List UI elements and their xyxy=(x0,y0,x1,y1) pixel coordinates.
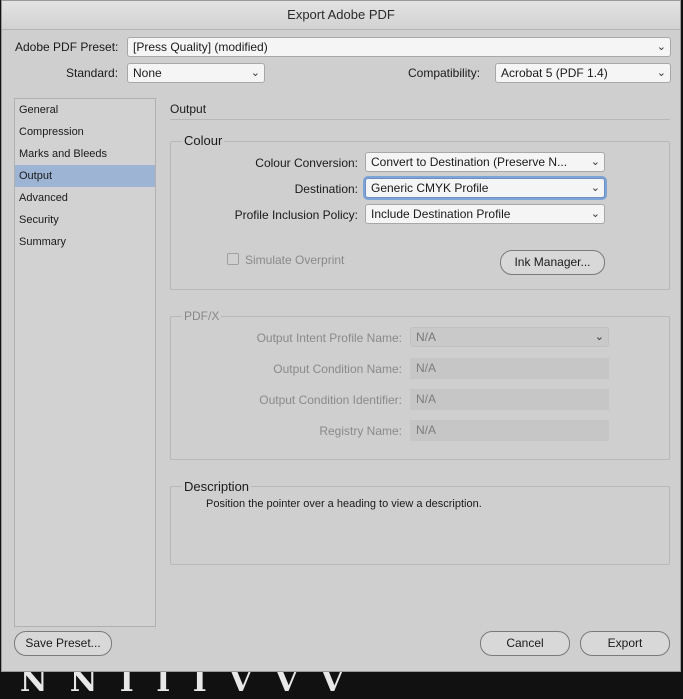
preset-label: Adobe PDF Preset: xyxy=(15,40,119,54)
chevron-down-icon: ⌄ xyxy=(250,67,260,79)
registry-name-field[interactable]: N/A xyxy=(410,420,609,441)
chevron-down-icon: ⌄ xyxy=(590,208,600,220)
colour-conversion-label: Colour Conversion: xyxy=(255,156,358,170)
category-sidebar: General Compression Marks and Bleeds Out… xyxy=(14,98,156,627)
sidebar-item-output[interactable]: Output xyxy=(15,165,155,187)
profile-inclusion-value: Include Destination Profile xyxy=(371,207,511,221)
export-button[interactable]: Export xyxy=(580,631,670,656)
export-pdf-dialog: Export Adobe PDF Adobe PDF Preset: [Pres… xyxy=(1,0,681,672)
sidebar-item-advanced[interactable]: Advanced xyxy=(15,187,155,209)
ink-manager-button[interactable]: Ink Manager... xyxy=(500,250,605,275)
output-condition-name-field[interactable]: N/A xyxy=(410,358,609,379)
pdfx-group-title: PDF/X xyxy=(182,309,222,323)
panel-divider xyxy=(170,119,670,120)
chevron-down-icon: ⌄ xyxy=(590,182,600,194)
cancel-button[interactable]: Cancel xyxy=(480,631,570,656)
destination-value: Generic CMYK Profile xyxy=(371,181,489,195)
output-intent-select[interactable]: N/A ⌄ xyxy=(410,327,609,347)
panel-title: Output xyxy=(170,102,207,116)
preset-select[interactable]: [Press Quality] (modified) ⌄ xyxy=(127,37,671,57)
sidebar-item-compression[interactable]: Compression xyxy=(15,121,155,143)
sidebar-item-general[interactable]: General xyxy=(15,99,155,121)
description-text: Position the pointer over a heading to v… xyxy=(206,498,482,510)
standard-label: Standard: xyxy=(66,66,119,80)
simulate-overprint-checkbox[interactable]: Simulate Overprint xyxy=(227,253,344,267)
chevron-down-icon: ⌄ xyxy=(656,67,666,79)
profile-inclusion-label: Profile Inclusion Policy: xyxy=(234,208,358,222)
compatibility-select[interactable]: Acrobat 5 (PDF 1.4) ⌄ xyxy=(495,63,671,83)
chevron-down-icon: ⌄ xyxy=(656,41,666,53)
profile-inclusion-select[interactable]: Include Destination Profile ⌄ xyxy=(365,204,605,224)
preset-value: [Press Quality] (modified) xyxy=(133,40,268,54)
compatibility-label: Compatibility: xyxy=(408,66,481,80)
output-condition-identifier-field[interactable]: N/A xyxy=(410,389,609,410)
standard-value: None xyxy=(133,66,162,80)
sidebar-item-marks-and-bleeds[interactable]: Marks and Bleeds xyxy=(15,143,155,165)
description-group-title: Description xyxy=(182,479,252,494)
output-intent-label: Output Intent Profile Name: xyxy=(256,331,402,345)
colour-conversion-value: Convert to Destination (Preserve N... xyxy=(371,155,568,169)
sidebar-item-security[interactable]: Security xyxy=(15,209,155,231)
sidebar-item-summary[interactable]: Summary xyxy=(15,231,155,253)
standard-select[interactable]: None ⌄ xyxy=(127,63,265,83)
window-title: Export Adobe PDF xyxy=(2,1,680,30)
destination-label: Destination: xyxy=(294,182,358,196)
compatibility-value: Acrobat 5 (PDF 1.4) xyxy=(501,66,608,80)
checkbox-icon xyxy=(227,253,239,265)
simulate-overprint-label: Simulate Overprint xyxy=(245,253,345,267)
colour-conversion-select[interactable]: Convert to Destination (Preserve N... ⌄ xyxy=(365,152,605,172)
chevron-down-icon: ⌄ xyxy=(590,156,600,168)
output-intent-value: N/A xyxy=(416,330,437,344)
registry-name-label: Registry Name: xyxy=(319,424,402,438)
colour-group-title: Colour xyxy=(182,133,225,148)
chevron-down-icon: ⌄ xyxy=(594,331,604,343)
destination-select[interactable]: Generic CMYK Profile ⌄ xyxy=(365,178,605,198)
output-condition-identifier-label: Output Condition Identifier: xyxy=(259,393,402,407)
save-preset-button[interactable]: Save Preset... xyxy=(14,631,112,656)
output-condition-name-label: Output Condition Name: xyxy=(273,362,402,376)
